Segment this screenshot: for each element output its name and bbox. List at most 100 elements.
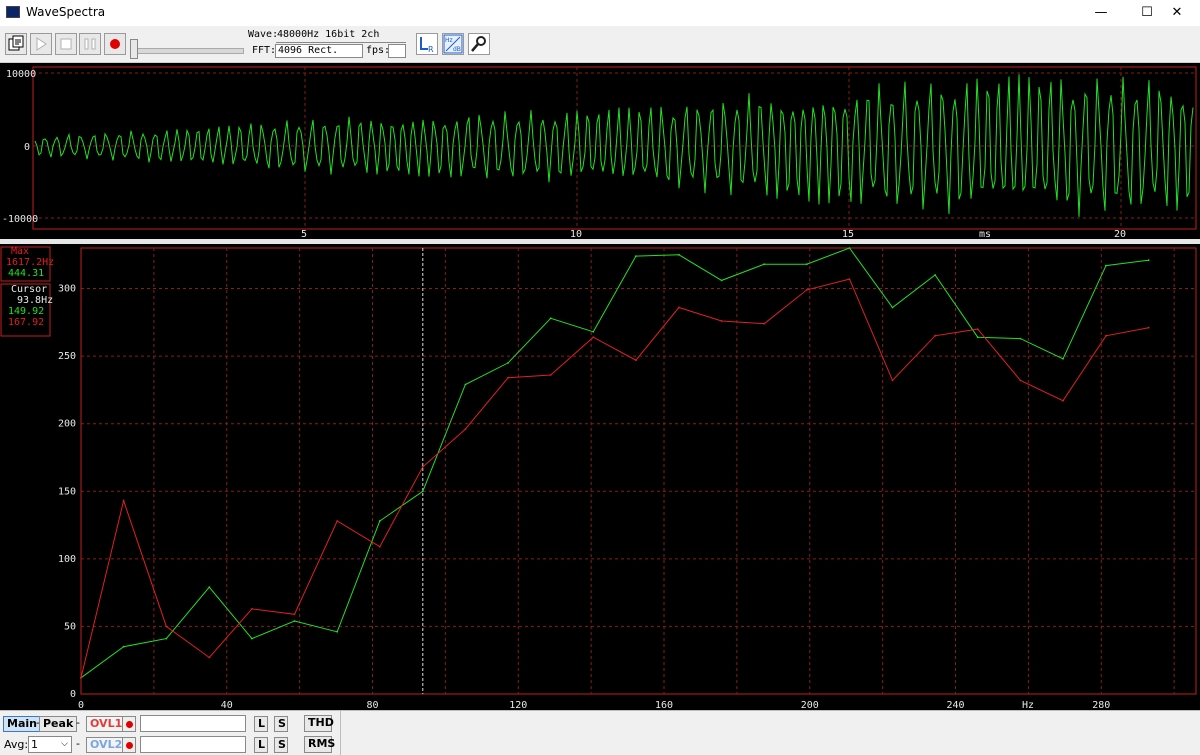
spectrum-series-1-point — [208, 656, 211, 659]
peak-button[interactable]: Peak — [39, 716, 78, 732]
spectrum-series-1-point — [293, 613, 296, 616]
spectrum-series-1-point — [378, 545, 381, 548]
spectrum-series-1-point — [464, 428, 467, 430]
spectrum-series-0-point — [805, 263, 808, 266]
spectrum-series-0-point — [592, 330, 595, 333]
spec-xtick: 80 — [366, 700, 378, 710]
rms-button[interactable]: RMS — [304, 736, 335, 753]
spectrum-series-1-point — [635, 359, 637, 362]
max-value: 444.31 — [8, 268, 44, 279]
spectrum-series-0-point — [763, 263, 766, 266]
spectrum-series-0-point — [1019, 337, 1022, 340]
fft-label: FFT: — [252, 45, 277, 56]
wave-xtick: 10 — [570, 229, 582, 239]
wave-x-unit: ms — [979, 229, 991, 239]
control-bar: Main - Peak - OVL1 L S THD Avg: 1 ⌵ - OV… — [0, 710, 1200, 755]
spec-ytick: 200 — [58, 419, 76, 430]
spectrum-series-1-point — [421, 466, 424, 468]
level-slider-handle[interactable] — [130, 39, 138, 59]
stop-icon[interactable] — [55, 33, 77, 55]
fps-label: fps: — [366, 45, 391, 56]
spec-ytick: 250 — [58, 351, 76, 362]
spectrum-series-1-point — [976, 328, 979, 330]
waveform-plot[interactable]: 10000 0 -10000 5 10 15 20 ms — [0, 63, 1200, 240]
ovl2-indicator[interactable]: OVL2 — [86, 737, 127, 753]
spec-ytick: 300 — [58, 284, 76, 295]
thd-button[interactable]: THD — [304, 715, 334, 732]
play-icon[interactable] — [30, 33, 52, 55]
spectrum-series-0-point — [464, 383, 467, 386]
spectrum-series-1-point — [891, 379, 894, 382]
cursor-value-red: 167.92 — [8, 317, 44, 328]
window-title: WaveSpectra — [26, 5, 106, 19]
level-lr-icon[interactable]: R — [416, 33, 438, 55]
spec-ytick: 50 — [64, 621, 76, 632]
ovl1-s-button[interactable]: S — [274, 716, 288, 732]
spec-xtick: 160 — [655, 700, 673, 710]
spec-xtick: 0 — [78, 700, 84, 710]
record-icon[interactable] — [104, 33, 126, 55]
app-icon — [6, 6, 20, 18]
wave-format-value: 48000Hz 16bit 2ch — [277, 29, 380, 40]
spec-ytick: 100 — [58, 554, 76, 565]
spectrum-series-0-point — [976, 336, 979, 339]
wave-xtick: 15 — [842, 229, 854, 239]
spec-ytick: 150 — [58, 486, 76, 497]
spectrum-series-0-point — [421, 490, 424, 493]
spectrum-series-1-point — [1019, 379, 1022, 382]
open-icon[interactable] — [5, 33, 27, 55]
spectrum-series-1-point — [80, 676, 82, 679]
dash: - — [76, 737, 80, 750]
spectrum-series-1-point — [165, 625, 168, 628]
svg-text:dB: dB — [453, 46, 461, 53]
ovl1-l-button[interactable]: L — [254, 716, 268, 732]
spectrum-series-1-point — [1105, 334, 1107, 337]
spectrum-series-0-point — [891, 306, 894, 309]
minimize-icon[interactable]: — — [1078, 0, 1124, 26]
ovl1-indicator[interactable]: OVL1 — [86, 716, 127, 732]
spec-ytick: 0 — [70, 689, 76, 700]
spectrum-series-0-line — [80, 247, 1149, 679]
ovl2-l-button[interactable]: L — [254, 737, 268, 753]
divider — [340, 711, 341, 755]
svg-text:R: R — [428, 45, 434, 54]
spec-xtick: 280 — [1092, 700, 1110, 710]
spectrum-series-0-point — [848, 247, 851, 249]
spectrum-series-1-point — [1062, 399, 1064, 402]
hz-db-scale-icon[interactable]: Hz dB — [442, 33, 464, 55]
spec-xtick: 200 — [801, 700, 819, 710]
spectrum-series-1-point — [507, 376, 509, 379]
spectrum-plot[interactable]: 300250200150100500 0 40 80 120 160 200 240 280 … — [0, 244, 1200, 711]
spectrum-panel: 300 250 200 150 100 50 0 0 40 80 120 160 200 240 280 … — [0, 244, 1200, 711]
waveform-panel: 10000 0 -10000 5 10 15 20 ms — [0, 63, 1200, 240]
ovl2-s-button[interactable]: S — [274, 737, 288, 753]
wave-ytick: 10000 — [6, 69, 36, 80]
cursor-label: Cursor — [11, 284, 47, 295]
ovl1-textbox[interactable] — [140, 715, 246, 732]
wave-ytick: -10000 — [2, 214, 38, 225]
ovl2-textbox[interactable] — [140, 736, 246, 753]
close-icon[interactable]: ✕ — [1154, 0, 1200, 26]
toolbar: Wave: 48000Hz 16bit 2ch FFT: 4096 Rect. … — [0, 26, 1200, 63]
spectrum-series-0-point — [1105, 264, 1107, 267]
avg-label: Avg: — [4, 738, 29, 751]
svg-text:Hz: Hz — [445, 37, 453, 44]
avg-select-value: 1 — [31, 738, 38, 751]
wave-label: Wave: — [248, 29, 279, 40]
avg-select[interactable]: 1 ⌵ — [28, 736, 72, 753]
spec-xtick: 120 — [509, 700, 527, 710]
spectrum-series-1-point — [805, 289, 808, 291]
ovl2-record-icon[interactable] — [122, 737, 136, 753]
spectrum-series-1-point — [549, 374, 552, 376]
fft-setting-field[interactable]: 4096 Rect. — [275, 44, 363, 58]
spectrum-series-0-point — [208, 586, 211, 589]
level-slider[interactable] — [130, 48, 244, 54]
pause-icon[interactable] — [79, 33, 101, 55]
spectrum-series-1-point — [763, 322, 766, 325]
spectrum-series-1-point — [720, 320, 723, 322]
wave-xtick: 20 — [1114, 229, 1126, 239]
chevron-down-icon: ⌵ — [61, 739, 68, 749]
ovl1-record-icon[interactable] — [122, 716, 136, 732]
fps-field — [388, 44, 406, 58]
settings-wrench-icon[interactable] — [468, 33, 490, 55]
